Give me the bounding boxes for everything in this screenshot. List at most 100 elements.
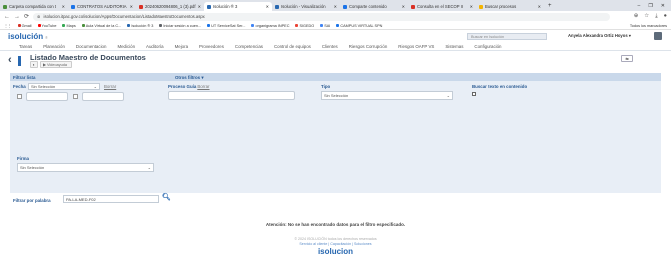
browser-tab[interactable]: Isolución - Visualización ✕	[272, 2, 340, 11]
bookmark-item[interactable]: YouTube	[37, 23, 57, 28]
tab-close-icon[interactable]: ✕	[402, 4, 405, 9]
close-window-icon[interactable]: ✕	[661, 3, 665, 9]
calendar-to-icon[interactable]	[73, 94, 78, 99]
firma-label: Firma	[17, 156, 29, 161]
bookmark-label: organigrama INPEC	[255, 23, 290, 28]
bookmark-label: CAMPUS VIRTUAL SPN	[340, 23, 383, 28]
all-bookmarks-link[interactable]: Todos los marcadores	[630, 24, 667, 28]
app-search-input[interactable]: Buscar en Isolución	[467, 33, 547, 40]
browser-tab-strip: Carpeta compartida con t ✕ CONTRATOS AUDIT…	[0, 0, 671, 11]
menu-item[interactable]: Mejora	[175, 44, 188, 49]
menu-item[interactable]: Configuración	[474, 44, 501, 49]
bookmark-icon	[127, 24, 131, 27]
reload-icon[interactable]: ⟳	[24, 13, 29, 20]
menu-item[interactable]: Medición	[117, 44, 135, 49]
buscar-contenido-checkbox[interactable]	[472, 92, 476, 96]
back-arrow-icon[interactable]: ←	[4, 14, 10, 20]
browser-tab[interactable]: Isolución ® 3 ✕	[204, 2, 272, 11]
bookmark-icon	[295, 24, 299, 27]
export-button[interactable]: ⇆	[621, 55, 633, 62]
bookmark-icon	[159, 24, 163, 27]
back-chevron-icon[interactable]: ‹	[8, 54, 12, 66]
menu-item[interactable]: Sistemas	[445, 44, 463, 49]
star-bookmark-icon[interactable]: ☆	[644, 13, 649, 20]
bookmark-label: Aula Virtual de la C...	[85, 23, 122, 28]
bookmark-item[interactable]: UT ServiceSat Ser...	[207, 24, 245, 28]
fecha-select[interactable]: Sin Selección ⌄	[28, 83, 100, 90]
menu-item[interactable]: Tareas	[19, 44, 32, 49]
tab-close-icon[interactable]: ✕	[62, 4, 65, 9]
menu-item[interactable]: Auditoría	[146, 44, 164, 49]
profile-icon[interactable]: ●	[664, 13, 667, 20]
bookmark-item[interactable]: Iniciar sesión a cuen...	[159, 24, 201, 28]
calendar-from-icon[interactable]	[17, 94, 22, 99]
keyword-input[interactable]: PA-LA-MED-F02	[63, 195, 159, 203]
bookmark-item[interactable]: SAI	[320, 24, 330, 28]
tab-favicon-icon	[411, 4, 415, 9]
videoayuda-button[interactable]: ▶ Videoayuda	[40, 61, 72, 68]
menu-item[interactable]: Planeación	[43, 44, 65, 49]
menu-item[interactable]: Control de equipos	[274, 44, 311, 49]
fecha-from-input[interactable]	[26, 92, 68, 101]
user-menu[interactable]: Anyela Alexandra Ortiz Hoyos ▾	[568, 33, 631, 38]
apps-grid-icon[interactable]: ⋮⋮	[4, 23, 12, 28]
chevron-down-icon: ⌄	[93, 84, 97, 89]
bookmark-label: YouTube	[41, 23, 57, 28]
fecha-clear-link[interactable]: Borrar	[103, 84, 116, 89]
bookmark-item[interactable]: Maps	[62, 24, 76, 28]
footer-links[interactable]: Servicio al cliente | Capacitación | Sol…	[0, 242, 671, 246]
tab-close-icon[interactable]: ✕	[470, 4, 473, 9]
browser-tab[interactable]: 20240620094806_1 (3).pdf ✕	[136, 2, 204, 11]
firma-select[interactable]: Sin Selección ⌄	[17, 163, 154, 172]
proceso-clear-link[interactable]: Borrar	[197, 84, 209, 89]
browser-tab[interactable]: Carpeta compartida con t ✕	[0, 2, 68, 11]
tab-close-icon[interactable]: ✕	[266, 4, 269, 9]
tab-close-icon[interactable]: ✕	[538, 4, 541, 9]
minimize-icon[interactable]: –	[638, 3, 641, 9]
new-tab-button[interactable]: +	[544, 3, 556, 9]
bookmark-item[interactable]: Gmail	[17, 24, 32, 28]
browser-tab[interactable]: Consulta en el SECOP II ✕	[408, 2, 476, 11]
tab-favicon-icon	[343, 4, 347, 9]
menu-item[interactable]: Proveedores	[199, 44, 224, 49]
tab-close-icon[interactable]: ✕	[198, 4, 201, 9]
title-accent-bar	[18, 56, 21, 66]
url-field[interactable]: ⊜ isolucion.itpac.gov.co/isolucion/Apps/…	[33, 12, 610, 21]
bookmark-label: SAI	[324, 23, 331, 28]
menu-item[interactable]: Riesgos Corrupción	[349, 44, 388, 49]
browser-tab[interactable]: Buscar procesos ✕	[476, 2, 544, 11]
bookmark-item[interactable]: CAMPUS VIRTUAL SPN	[336, 24, 382, 28]
url-text: isolucion.itpac.gov.co/isolucion/Apps/Do…	[43, 14, 205, 19]
fecha-to-input[interactable]	[82, 92, 124, 101]
download-icon[interactable]: ⤓	[655, 13, 657, 20]
menu-item[interactable]: Clientes	[322, 44, 338, 49]
menu-item[interactable]: Riesgos OAFP VS	[398, 44, 434, 49]
bookmark-item[interactable]: Aula Virtual de la C...	[81, 23, 122, 28]
tab-close-icon[interactable]: ✕	[130, 4, 133, 9]
browser-tab[interactable]: CONTRATOS AUDITORIA ✕	[68, 2, 136, 11]
tab-close-icon[interactable]: ✕	[334, 4, 337, 9]
browser-tab[interactable]: Comparte contenido ✕	[340, 2, 408, 11]
tipo-select[interactable]: Sin Selección ⌄	[321, 91, 453, 100]
bookmark-item[interactable]: SIGEDO	[295, 24, 314, 28]
zoom-icon[interactable]: ⊕	[634, 13, 639, 20]
bookmark-icon	[336, 24, 340, 27]
bookmark-icon	[37, 24, 41, 27]
bookmark-item[interactable]: Isolución ® 3	[127, 24, 153, 28]
proceso-guia-input[interactable]	[168, 91, 295, 100]
menu-item[interactable]: Competencias	[235, 44, 263, 49]
tab-favicon-icon	[3, 4, 7, 9]
bookmark-icon	[17, 24, 21, 27]
tab-favicon-icon	[479, 4, 483, 9]
search-icon[interactable]: 🔍︎	[162, 193, 171, 201]
user-avatar-icon[interactable]	[654, 32, 662, 40]
toggle-button[interactable]: ◐	[30, 61, 38, 68]
site-info-icon[interactable]: ⊜	[37, 14, 41, 19]
filtrar-lista-label: Filtrar lista	[13, 75, 36, 80]
maximize-icon[interactable]: ❐	[648, 3, 652, 9]
menu-item[interactable]: Documentacion	[76, 44, 107, 49]
fecha-label: Fecha	[13, 84, 26, 89]
forward-arrow-icon[interactable]: →	[14, 14, 20, 20]
bookmark-item[interactable]: organigrama INPEC	[251, 24, 289, 28]
isolucion-logo[interactable]: isolución ®	[8, 32, 48, 41]
